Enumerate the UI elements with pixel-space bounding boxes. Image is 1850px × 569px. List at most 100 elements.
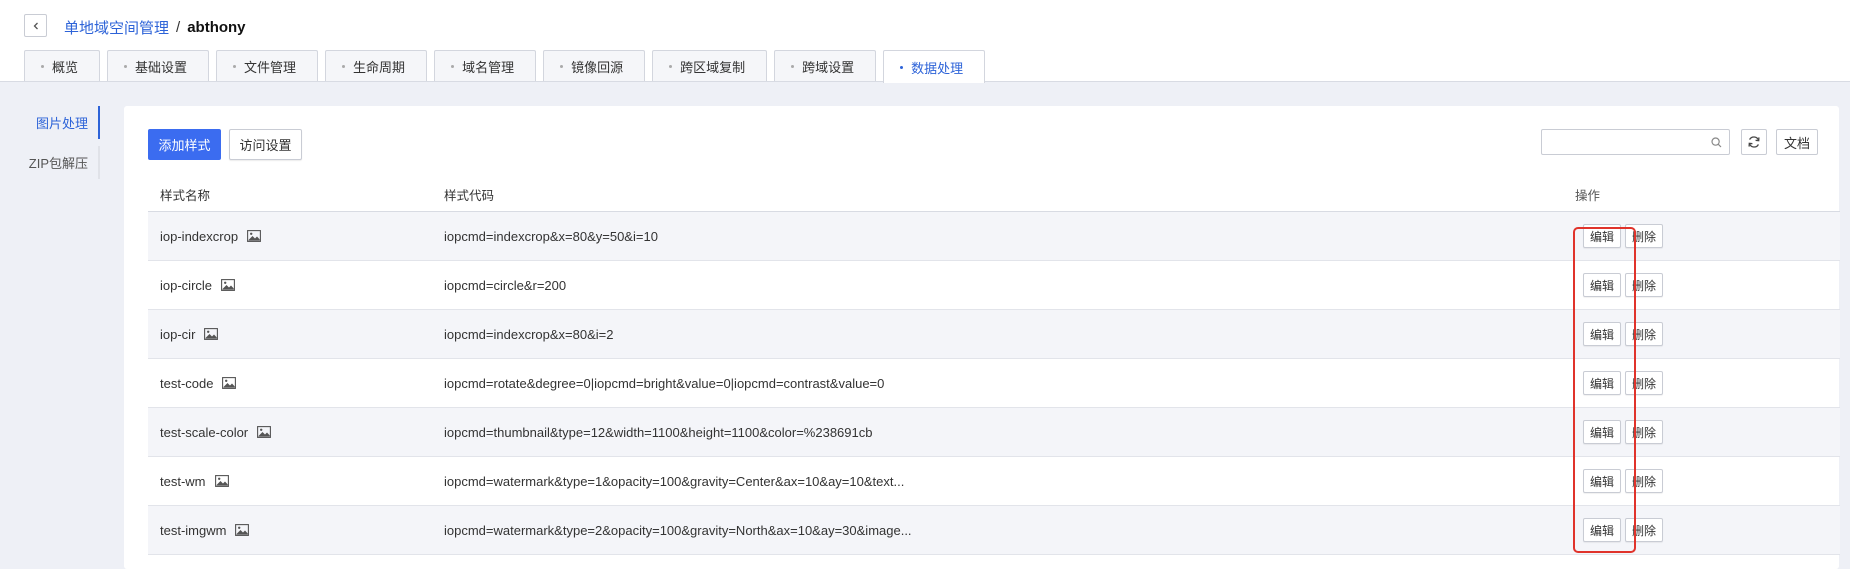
styles-table: 样式名称 样式代码 操作 iop-indexcrop iopcmd=indexcr… [148, 178, 1840, 555]
style-name: iop-indexcrop [160, 228, 239, 244]
actions-cell: 编辑 删除 [1575, 518, 1664, 542]
tab-basic-settings[interactable]: 基础设置 [107, 50, 210, 81]
actions-cell: 编辑 删除 [1575, 273, 1664, 297]
tab-dot [124, 64, 128, 68]
delete-button[interactable]: 删除 [1625, 420, 1664, 444]
image-preview-icon[interactable] [222, 377, 237, 389]
style-name: test-code [160, 375, 214, 391]
chevron-left-icon [33, 22, 38, 29]
style-name: test-wm [160, 473, 206, 489]
edit-button[interactable]: 编辑 [1583, 273, 1622, 297]
style-name-cell: test-scale-color [148, 425, 444, 440]
style-code: iopcmd=indexcrop&x=80&i=2 [444, 326, 614, 342]
image-preview-icon[interactable] [204, 328, 219, 340]
table-row: iop-cir iopcmd=indexcrop&x=80&i=2 编辑 删除 [148, 310, 1840, 359]
tab-dot [560, 64, 564, 68]
actions-cell: 编辑 删除 [1575, 371, 1664, 395]
tab-lifecycle[interactable]: 生命周期 [325, 50, 428, 81]
tab-dot [900, 65, 904, 69]
tab-domain-management[interactable]: 域名管理 [434, 50, 537, 81]
delete-button[interactable]: 删除 [1625, 371, 1664, 395]
edit-button[interactable]: 编辑 [1583, 371, 1622, 395]
access-settings-button[interactable]: 访问设置 [229, 129, 302, 160]
breadcrumb: 单地域空间管理 / abthony [64, 17, 246, 38]
tab-label: 生命周期 [353, 59, 406, 75]
style-code: iopcmd=watermark&type=1&opacity=100&grav… [444, 473, 905, 489]
tab-label: 数据处理 [911, 60, 964, 76]
image-preview-icon[interactable] [214, 475, 229, 487]
delete-button[interactable]: 删除 [1625, 469, 1664, 493]
search-icon[interactable] [1711, 137, 1722, 148]
column-header-style-name: 样式名称 [160, 189, 211, 203]
breadcrumb-parent-link[interactable]: 单地域空间管理 [64, 17, 169, 38]
image-preview-icon[interactable] [257, 426, 272, 438]
delete-button[interactable]: 删除 [1625, 273, 1664, 297]
search-box [1541, 129, 1730, 155]
style-name-cell: iop-circle [148, 278, 444, 293]
table-row: test-code iopcmd=rotate&degree=0|iopcmd=b… [148, 359, 1840, 408]
tab-label: 镜像回源 [571, 59, 624, 75]
tab-label: 跨区域复制 [680, 59, 746, 75]
table-body: iop-indexcrop iopcmd=indexcrop&x=80&y=50&… [148, 212, 1840, 555]
table-row: test-wm iopcmd=watermark&type=1&opacity=1… [148, 457, 1840, 506]
style-name: iop-circle [160, 277, 213, 293]
side-nav: 图片处理 ZIP包解压 [0, 106, 100, 186]
tab-cross-region-replication[interactable]: 跨区域复制 [652, 50, 768, 81]
actions-cell: 编辑 删除 [1575, 420, 1664, 444]
top-bar: 单地域空间管理 / abthony 概览 基础设置 文件管理 生命周期 域名管理… [0, 0, 1850, 83]
tab-cors-settings[interactable]: 跨域设置 [774, 50, 877, 81]
tab-file-management[interactable]: 文件管理 [216, 50, 319, 81]
table-row: test-imgwm iopcmd=watermark&type=2&opacit… [148, 506, 1840, 555]
doc-button[interactable]: 文档 [1776, 129, 1818, 155]
tab-overview[interactable]: 概览 [24, 50, 101, 81]
tab-dot [669, 64, 673, 68]
refresh-button[interactable] [1741, 129, 1767, 155]
breadcrumb-current: abthony [187, 19, 246, 36]
style-name-cell: test-code [148, 376, 444, 391]
style-code: iopcmd=circle&r=200 [444, 277, 567, 293]
tab-dot [342, 64, 346, 68]
tab-data-processing[interactable]: 数据处理 [883, 50, 986, 83]
content-panel: 添加样式 访问设置 文档 样式名称 样式代码 操作 iop-indexcrop i… [124, 106, 1840, 569]
sidenav-item-zip-decompress[interactable]: ZIP包解压 [0, 146, 100, 179]
delete-button[interactable]: 删除 [1625, 322, 1664, 346]
tab-label: 域名管理 [462, 59, 515, 75]
image-preview-icon[interactable] [247, 230, 261, 242]
style-name-cell: test-wm [148, 474, 444, 489]
table-row: iop-circle iopcmd=circle&r=200 编辑 删除 [148, 261, 1840, 310]
image-preview-icon[interactable] [221, 279, 235, 291]
tab-label: 基础设置 [135, 59, 188, 75]
column-header-style-code: 样式代码 [444, 189, 495, 203]
delete-button[interactable]: 删除 [1625, 518, 1664, 542]
style-name-cell: iop-indexcrop [148, 229, 444, 244]
style-code: iopcmd=rotate&degree=0|iopcmd=bright&val… [444, 375, 885, 391]
sidenav-item-image-processing[interactable]: 图片处理 [0, 106, 100, 139]
search-input[interactable] [1542, 130, 1702, 154]
tab-dot [791, 64, 795, 68]
tab-bar: 概览 基础设置 文件管理 生命周期 域名管理 镜像回源 跨区域复制 跨域设置 数… [24, 50, 992, 83]
actions-cell: 编辑 删除 [1575, 224, 1664, 248]
style-name: iop-cir [160, 326, 196, 342]
edit-button[interactable]: 编辑 [1583, 518, 1622, 542]
style-name: test-scale-color [160, 424, 249, 440]
table-row: test-scale-color iopcmd=thumbnail&type=12… [148, 408, 1840, 457]
edit-button[interactable]: 编辑 [1583, 420, 1622, 444]
sidenav-item-label: 图片处理 [35, 116, 88, 131]
add-style-button[interactable]: 添加样式 [148, 129, 221, 160]
tab-dot [451, 64, 455, 68]
style-code: iopcmd=thumbnail&type=12&width=1100&heig… [444, 424, 873, 440]
tab-mirror-origin[interactable]: 镜像回源 [543, 50, 646, 81]
delete-button[interactable]: 删除 [1625, 224, 1664, 248]
edit-button[interactable]: 编辑 [1583, 322, 1622, 346]
tab-label: 概览 [52, 59, 79, 75]
style-name-cell: iop-cir [148, 327, 444, 342]
tab-dot [41, 64, 44, 68]
style-name-cell: test-imgwm [148, 523, 444, 538]
tab-dot [233, 64, 237, 68]
column-header-actions: 操作 [1575, 189, 1601, 203]
image-preview-icon[interactable] [235, 524, 250, 536]
style-name: test-imgwm [160, 522, 227, 538]
edit-button[interactable]: 编辑 [1583, 469, 1622, 493]
back-button[interactable] [24, 14, 47, 37]
edit-button[interactable]: 编辑 [1583, 224, 1622, 248]
